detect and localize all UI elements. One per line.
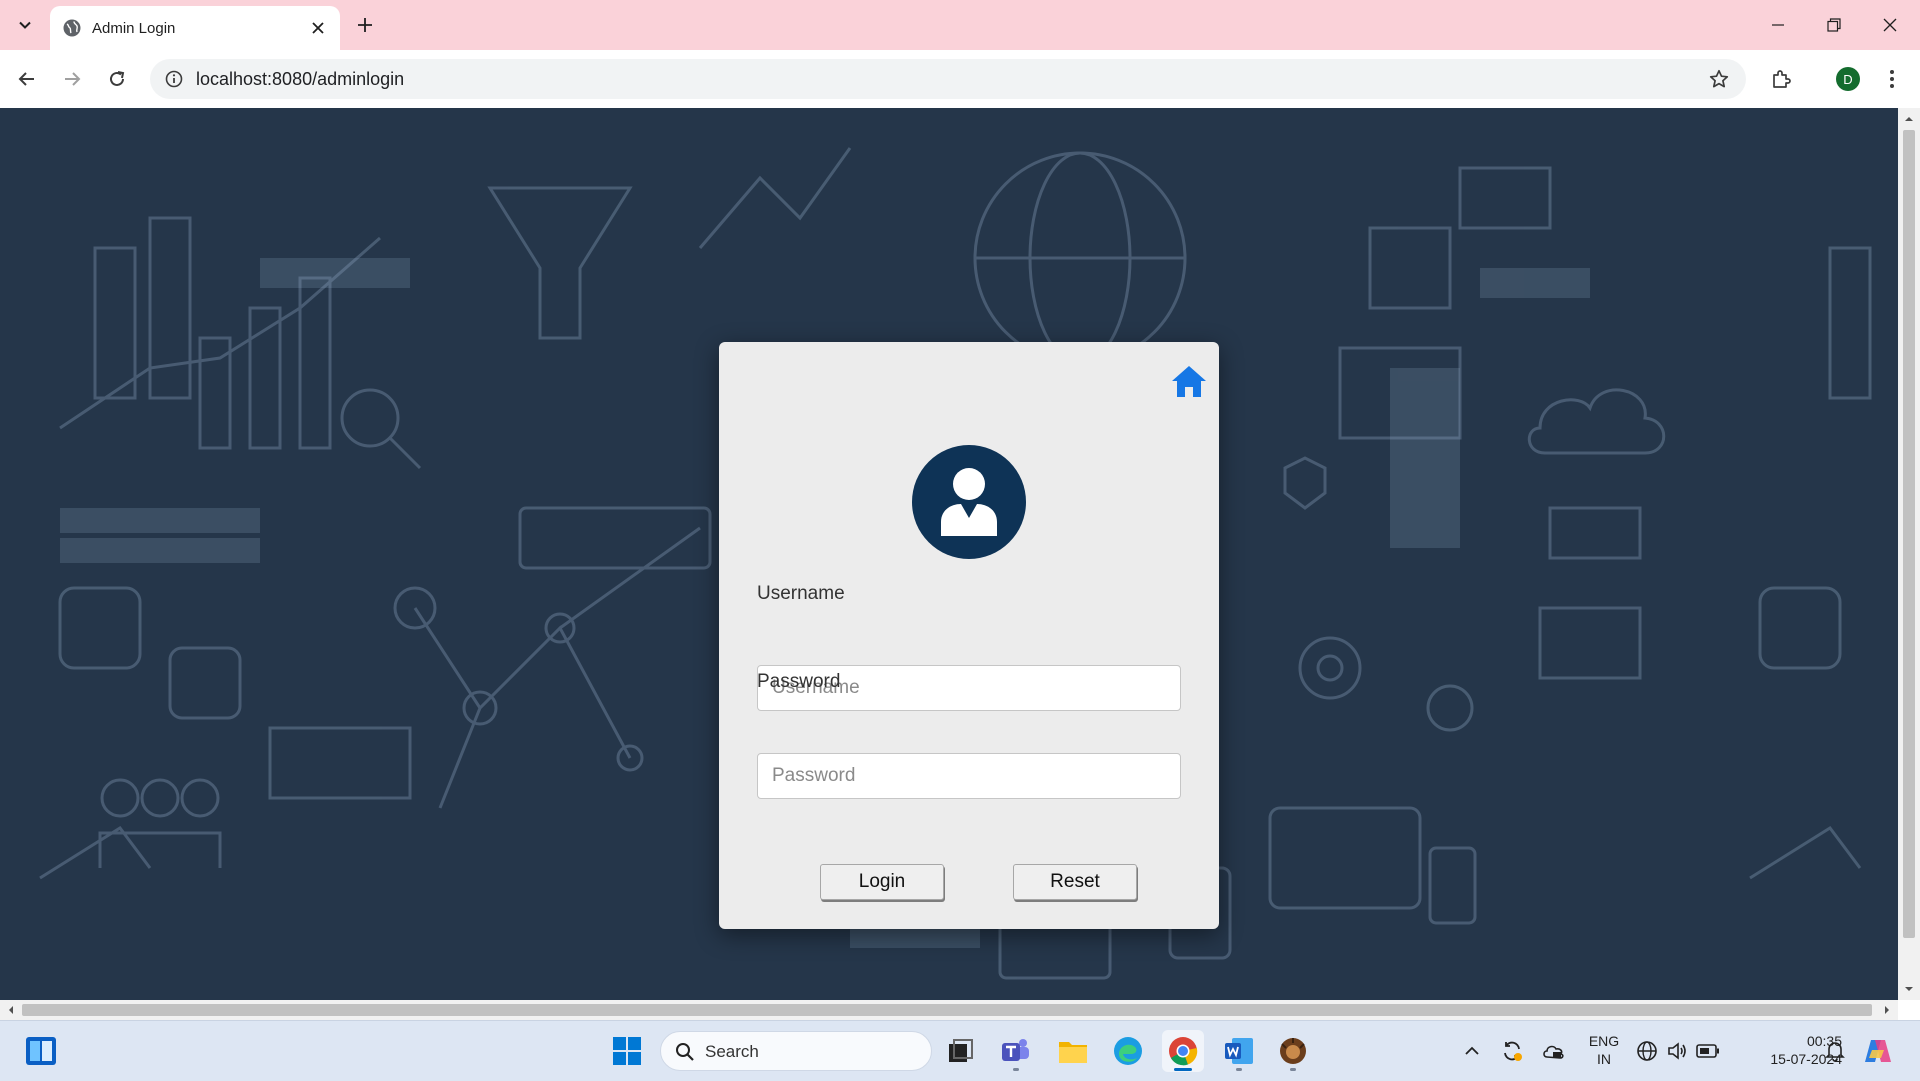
input-language-indicator[interactable]: ENG IN <box>1584 1032 1624 1068</box>
search-placeholder: Search <box>705 1042 759 1061</box>
search-icon <box>676 1043 694 1061</box>
minimize-button[interactable] <box>1750 0 1806 50</box>
volume-button[interactable] <box>1661 1035 1693 1067</box>
running-indicator <box>1236 1068 1242 1071</box>
horizontal-scroll-thumb[interactable] <box>22 1004 1872 1016</box>
pinned-app-button[interactable] <box>1272 1030 1314 1072</box>
onedrive-button[interactable] <box>1537 1035 1569 1067</box>
tab-title: Admin Login <box>92 19 176 37</box>
network-button[interactable] <box>1631 1035 1663 1067</box>
battery-button[interactable] <box>1692 1035 1724 1067</box>
browser-menu-button[interactable] <box>1875 62 1909 96</box>
teams-icon <box>1002 1039 1029 1061</box>
restore-icon <box>1827 18 1841 32</box>
running-indicator <box>1290 1068 1296 1071</box>
chevron-up-icon <box>1465 1046 1479 1055</box>
tab-search-button[interactable] <box>10 10 40 40</box>
app-icon <box>1280 1038 1306 1064</box>
sync-status-button[interactable] <box>1496 1035 1528 1067</box>
widgets-button[interactable] <box>20 1030 62 1072</box>
browser-tab-active[interactable]: Admin Login <box>50 6 340 50</box>
cloud-icon <box>1543 1045 1564 1059</box>
new-tab-button[interactable] <box>350 10 380 40</box>
globe-icon <box>63 19 81 37</box>
copilot-button[interactable] <box>1862 1035 1894 1067</box>
reload-button[interactable] <box>100 62 134 96</box>
password-label: Password <box>757 671 841 692</box>
show-hidden-icons-button[interactable] <box>1456 1035 1488 1067</box>
url-text: localhost:8080/adminlogin <box>196 69 405 89</box>
address-bar[interactable]: localhost:8080/adminlogin <box>150 59 1746 99</box>
tab-search-icon <box>19 21 31 29</box>
copilot-icon <box>1865 1040 1891 1062</box>
windows-taskbar: Search ENG IN 00:35 15-07-2024 <box>0 1020 1920 1081</box>
close-tab-button[interactable] <box>306 16 330 40</box>
vertical-scrollbar[interactable] <box>1898 108 1920 1000</box>
page-viewport: Username Password Login Reset <box>0 108 1898 1000</box>
network-icon <box>1637 1041 1657 1061</box>
login-card: Username Password Login Reset <box>719 342 1219 929</box>
task-view-icon <box>949 1039 973 1062</box>
language-code: ENG <box>1588 1033 1620 1049</box>
user-icon <box>941 468 997 536</box>
notifications-button[interactable] <box>1819 1035 1851 1067</box>
file-explorer-button[interactable] <box>1052 1030 1094 1072</box>
site-info-icon <box>165 70 183 88</box>
plus-icon <box>358 18 372 32</box>
star-icon <box>1709 69 1729 88</box>
region-code: IN <box>1597 1051 1611 1067</box>
kebab-menu-icon <box>1890 70 1894 88</box>
extensions-button[interactable] <box>1764 62 1798 96</box>
edge-icon <box>1114 1037 1142 1065</box>
profile-avatar-button[interactable]: D <box>1836 67 1860 91</box>
minimize-icon <box>1772 24 1784 26</box>
teams-button[interactable] <box>995 1030 1037 1072</box>
close-icon <box>312 22 324 34</box>
reset-button[interactable]: Reset <box>1013 864 1137 900</box>
bookmark-button[interactable] <box>1706 66 1732 92</box>
taskbar-search-box[interactable]: Search <box>660 1031 932 1071</box>
browser-toolbar: localhost:8080/adminlogin <box>0 50 1920 108</box>
word-button[interactable] <box>1218 1030 1260 1072</box>
forward-button[interactable] <box>55 62 89 96</box>
widgets-icon <box>26 1037 56 1065</box>
battery-icon <box>1696 1044 1719 1058</box>
file-explorer-icon <box>1059 1042 1087 1063</box>
running-indicator <box>1174 1068 1192 1071</box>
horizontal-scrollbar[interactable] <box>0 1000 1898 1020</box>
browser-tab-strip: Admin Login <box>0 0 1920 50</box>
windows-start-icon <box>613 1037 641 1065</box>
word-icon <box>1225 1038 1253 1064</box>
site-info-button[interactable] <box>160 65 188 93</box>
home-link[interactable] <box>1169 362 1209 402</box>
scroll-up-icon[interactable] <box>1904 114 1914 124</box>
start-button[interactable] <box>606 1030 648 1072</box>
chrome-button[interactable] <box>1162 1030 1204 1072</box>
close-window-button[interactable] <box>1862 0 1918 50</box>
back-button[interactable] <box>10 62 44 96</box>
login-button[interactable]: Login <box>820 864 944 900</box>
edge-button[interactable] <box>1107 1030 1149 1072</box>
bell-icon <box>1825 1042 1845 1062</box>
scroll-right-icon[interactable] <box>1882 1005 1892 1015</box>
vertical-scroll-thumb[interactable] <box>1903 130 1915 938</box>
username-label: Username <box>757 583 845 604</box>
running-indicator <box>1013 1068 1019 1071</box>
task-view-button[interactable] <box>940 1030 982 1072</box>
sync-icon <box>1504 1041 1522 1061</box>
scroll-left-icon[interactable] <box>6 1005 16 1015</box>
restore-button[interactable] <box>1806 0 1862 50</box>
extensions-icon <box>1773 70 1791 88</box>
close-icon <box>1883 18 1897 32</box>
volume-icon <box>1668 1042 1686 1060</box>
forward-arrow-icon <box>65 72 81 86</box>
scroll-down-icon[interactable] <box>1904 984 1914 994</box>
back-arrow-icon <box>18 72 34 86</box>
admin-avatar <box>912 445 1026 559</box>
reload-icon <box>110 71 125 86</box>
chrome-icon <box>1169 1037 1198 1066</box>
home-icon <box>1172 366 1206 397</box>
password-input[interactable] <box>757 753 1181 799</box>
